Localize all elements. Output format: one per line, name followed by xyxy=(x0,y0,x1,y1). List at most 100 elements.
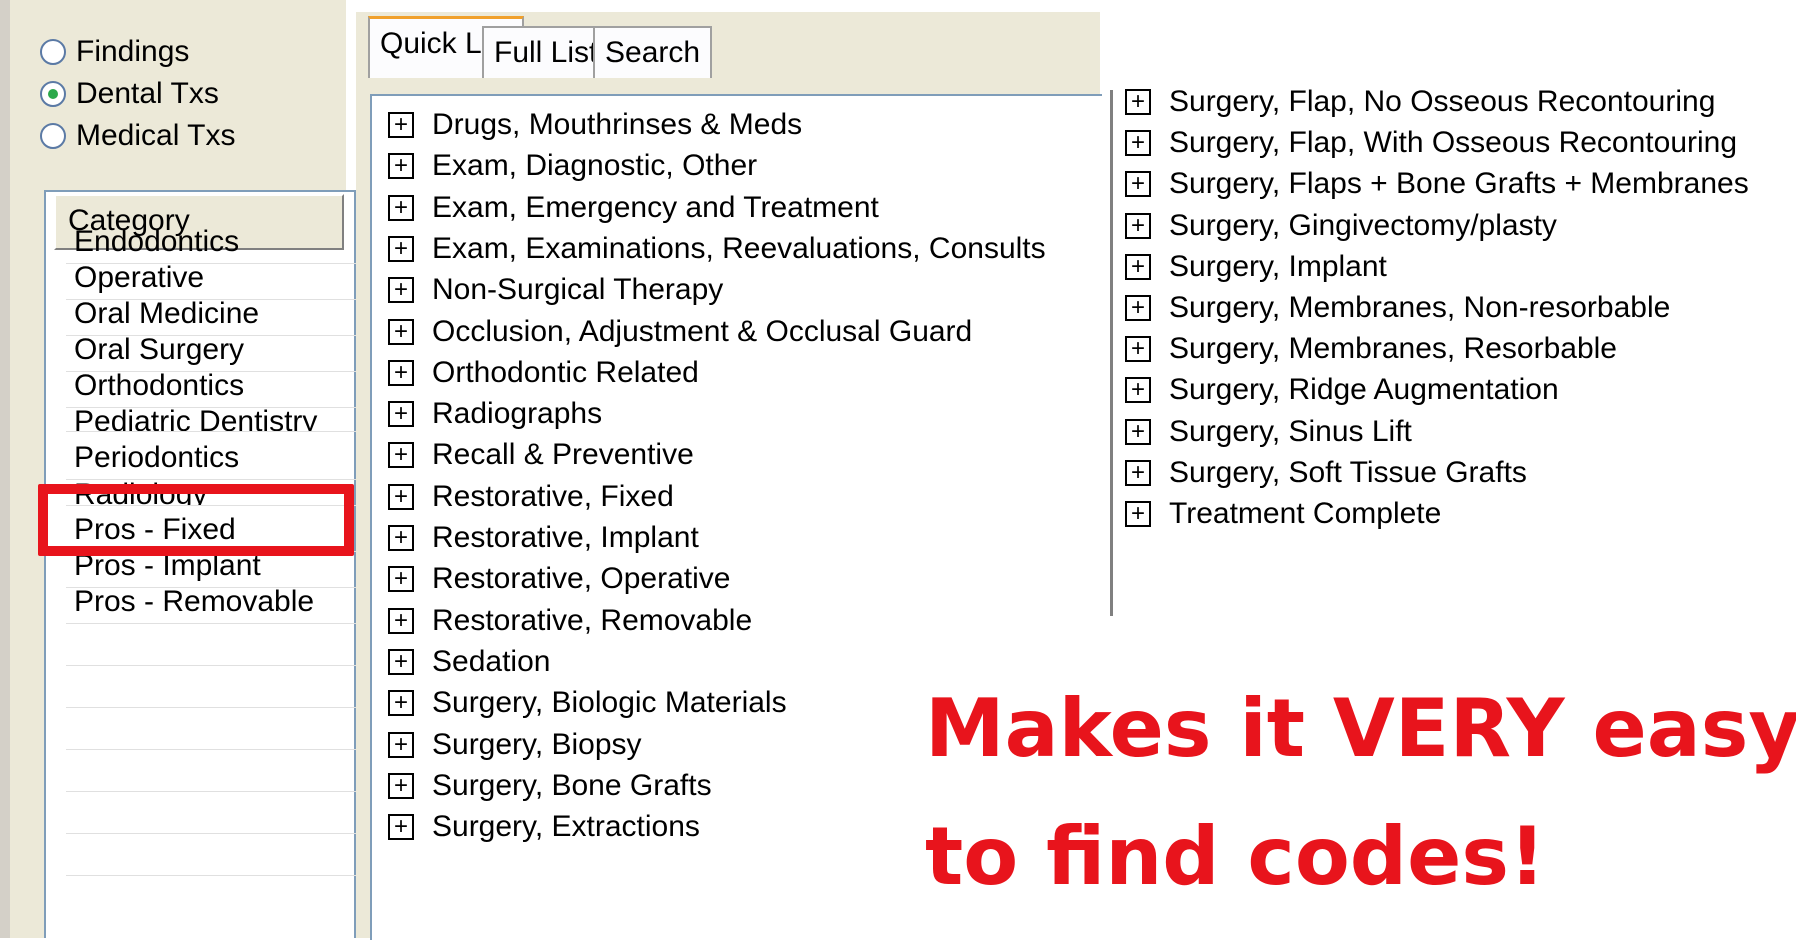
tree-node[interactable]: + Sedation xyxy=(388,641,550,683)
tree-node[interactable]: + Surgery, Extractions xyxy=(388,806,700,848)
radio-dental-txs[interactable]: Dental Txs xyxy=(40,74,219,114)
tree-node[interactable]: + Restorative, Implant xyxy=(388,517,699,559)
radio-findings[interactable]: Findings xyxy=(40,32,189,72)
expand-plus-icon[interactable]: + xyxy=(1125,377,1151,404)
tree-node[interactable]: + Surgery, Biologic Materials xyxy=(388,682,787,724)
radio-button-icon[interactable] xyxy=(40,39,66,65)
radio-label: Dental Txs xyxy=(76,77,219,110)
expand-plus-icon[interactable]: + xyxy=(1125,212,1151,239)
expand-plus-icon[interactable]: + xyxy=(388,194,414,221)
expand-plus-icon[interactable]: + xyxy=(388,359,414,386)
tree-node-label: Surgery, Ridge Augmentation xyxy=(1169,373,1559,407)
tab-search[interactable]: Search xyxy=(593,26,713,78)
category-list[interactable]: Category Endodontics Operative Oral Medi… xyxy=(44,190,356,938)
radio-medical-txs[interactable]: Medical Txs xyxy=(40,116,236,156)
expand-plus-icon[interactable]: + xyxy=(388,153,414,180)
tree-node-label: Restorative, Implant xyxy=(432,521,699,554)
radio-label: Findings xyxy=(76,35,190,68)
expand-plus-icon[interactable]: + xyxy=(388,566,414,593)
expand-plus-icon[interactable]: + xyxy=(1125,171,1151,198)
tree-node[interactable]: + Treatment Complete xyxy=(1125,493,1441,535)
empty-row xyxy=(66,624,356,666)
radio-button-selected-icon[interactable] xyxy=(40,81,66,107)
expand-plus-icon[interactable]: + xyxy=(388,112,414,138)
tree-node[interactable]: + Surgery, Biopsy xyxy=(388,724,642,766)
tree-node[interactable]: + Restorative, Operative xyxy=(388,558,730,600)
expand-plus-icon[interactable]: + xyxy=(1125,295,1151,321)
empty-row xyxy=(66,666,356,708)
expand-plus-icon[interactable]: + xyxy=(388,401,414,428)
tree-node[interactable]: + Occlusion, Adjustment & Occlusal Guard xyxy=(388,311,972,353)
continued-list-panel[interactable]: + Surgery, Flap, No Osseous Recontouring +… xyxy=(1110,85,1796,616)
radio-dot-icon xyxy=(48,89,58,99)
tree-node[interactable]: + Recall & Preventive xyxy=(388,434,694,476)
expand-plus-icon[interactable]: + xyxy=(1125,89,1151,115)
tree-node-label: Surgery, Implant xyxy=(1169,249,1387,283)
expand-plus-icon[interactable]: + xyxy=(388,277,414,304)
expand-plus-icon[interactable]: + xyxy=(1125,418,1151,445)
expand-plus-icon[interactable]: + xyxy=(1125,130,1151,157)
empty-row xyxy=(66,834,356,876)
expand-plus-icon[interactable]: + xyxy=(388,772,414,799)
caption-line-1: Makes it VERY easy xyxy=(925,682,1796,775)
tree-node-label: Occlusion, Adjustment & Occlusal Guard xyxy=(432,314,973,348)
tree-node-label: Surgery, Biologic Materials xyxy=(432,686,787,720)
tree-node[interactable]: + Surgery, Soft Tissue Grafts xyxy=(1125,452,1527,494)
category-item-pros-removable[interactable]: Pros - Removable xyxy=(66,582,356,624)
tree-node[interactable]: + Exam, Diagnostic, Other xyxy=(388,145,757,187)
tree-node[interactable]: + Surgery, Flap, With Osseous Recontourin… xyxy=(1125,122,1737,164)
tree-node-label: Exam, Examinations, Reevaluations, Consu… xyxy=(432,231,1046,265)
tree-node[interactable]: + Exam, Emergency and Treatment xyxy=(388,187,879,229)
tree-node[interactable]: + Drugs, Mouthrinses & Meds xyxy=(388,104,802,146)
tree-node-label: Surgery, Extractions xyxy=(432,810,700,844)
tree-node[interactable]: + Surgery, Bone Grafts xyxy=(388,765,712,807)
expand-plus-icon[interactable]: + xyxy=(1125,253,1151,280)
tab-full-list[interactable]: Full List xyxy=(482,26,610,78)
tree-node[interactable]: + Surgery, Implant xyxy=(1125,246,1387,288)
tree-node[interactable]: + Non-Surgical Therapy xyxy=(388,269,723,311)
tree-node-label: Surgery, Membranes, Resorbable xyxy=(1169,332,1617,366)
tree-node-label: Sedation xyxy=(432,644,551,678)
tree-node[interactable]: + Surgery, Gingivectomy/plasty xyxy=(1125,205,1557,247)
expand-plus-icon[interactable]: + xyxy=(1125,336,1151,363)
expand-plus-icon[interactable]: + xyxy=(388,525,414,551)
tree-node[interactable]: + Orthodontic Related xyxy=(388,352,699,394)
tree-node[interactable]: + Surgery, Flap, No Osseous Recontouring xyxy=(1125,81,1715,123)
expand-plus-icon[interactable]: + xyxy=(1125,459,1151,486)
expand-plus-icon[interactable]: + xyxy=(388,814,414,841)
tree-node-label: Surgery, Flaps + Bone Grafts + Membranes xyxy=(1169,167,1749,201)
expand-plus-icon[interactable]: + xyxy=(388,648,414,675)
tree-node-label: Restorative, Removable xyxy=(432,603,753,637)
radio-button-icon[interactable] xyxy=(40,123,66,149)
tree-node-label: Radiographs xyxy=(432,397,603,431)
tree-node[interactable]: + Surgery, Ridge Augmentation xyxy=(1125,369,1559,411)
tree-node-label: Surgery, Flap, No Osseous Recontouring xyxy=(1169,85,1716,118)
expand-plus-icon[interactable]: + xyxy=(388,235,414,262)
empty-row xyxy=(66,750,356,792)
tree-node[interactable]: + Surgery, Sinus Lift xyxy=(1125,411,1412,453)
category-item-periodontics[interactable]: Periodontics xyxy=(66,438,356,480)
caption-line-2: to find codes! xyxy=(925,810,1546,903)
expand-plus-icon[interactable]: + xyxy=(388,442,414,469)
tree-node[interactable]: + Restorative, Removable xyxy=(388,600,752,642)
tree-node-label: Restorative, Fixed xyxy=(432,479,674,513)
tree-node[interactable]: + Surgery, Flaps + Bone Grafts + Membrane… xyxy=(1125,163,1749,205)
expand-plus-icon[interactable]: + xyxy=(388,690,414,717)
category-item-pediatric-dentistry[interactable]: Pediatric Dentistry xyxy=(66,402,356,432)
expand-plus-icon[interactable]: + xyxy=(388,483,414,510)
tree-node[interactable]: + Surgery, Membranes, Resorbable xyxy=(1125,328,1617,370)
tree-node-label: Restorative, Operative xyxy=(432,562,731,596)
tree-node[interactable]: + Exam, Examinations, Reevaluations, Cons… xyxy=(388,228,1046,270)
tree-node-label: Non-Surgical Therapy xyxy=(432,273,724,307)
tree-node-label: Exam, Diagnostic, Other xyxy=(432,149,758,183)
expand-plus-icon[interactable]: + xyxy=(388,731,414,758)
selection-highlight-box xyxy=(38,484,354,556)
tree-node[interactable]: + Radiographs xyxy=(388,393,602,435)
expand-plus-icon[interactable]: + xyxy=(388,607,414,634)
expand-plus-icon[interactable]: + xyxy=(388,318,414,345)
tree-node[interactable]: + Surgery, Membranes, Non-resorbable xyxy=(1125,287,1670,329)
expand-plus-icon[interactable]: + xyxy=(1125,501,1151,527)
tree-node-label: Surgery, Membranes, Non-resorbable xyxy=(1169,291,1671,324)
tree-node[interactable]: + Restorative, Fixed xyxy=(388,476,674,518)
tree-node-label: Orthodontic Related xyxy=(432,355,699,389)
